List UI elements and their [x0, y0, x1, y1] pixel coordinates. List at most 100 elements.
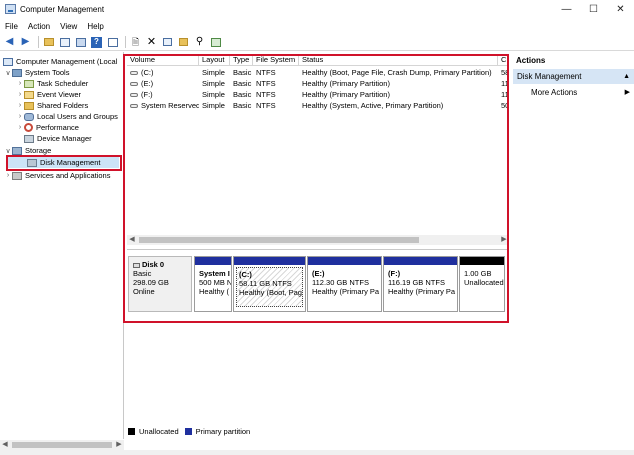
partition-e[interactable]: (E:) 112.30 GB NTFS Healthy (Primary Pa [307, 256, 382, 312]
collapse-arrow-icon[interactable]: ∨ [4, 147, 12, 155]
more-actions-link[interactable]: More Actions [531, 87, 577, 98]
partition-bar [234, 257, 305, 265]
volume-layout: Simple [202, 79, 225, 88]
expand-arrow-icon[interactable]: › [16, 91, 24, 98]
partition-name: (F:) [388, 269, 401, 278]
tree-item-system-tools[interactable]: ∨ System Tools [4, 67, 69, 78]
volume-list-horizontal-scrollbar[interactable]: ◀ ▶ [127, 235, 509, 245]
tree-item-event-viewer[interactable]: › Event Viewer [16, 89, 81, 100]
window-title: Computer Management [20, 4, 105, 14]
back-arrow-icon[interactable]: ◀ [3, 36, 16, 49]
page-icon[interactable]: 🗎 [129, 36, 142, 49]
partition-bar [308, 257, 381, 265]
legend-unallocated: Unallocated [128, 427, 179, 436]
table-row[interactable]: (E:) Simple Basic NTFS Healthy (Primary … [127, 78, 509, 89]
volume-capacity: 50 [501, 101, 509, 110]
partition-f[interactable]: (F:) 116.19 GB NTFS Healthy (Primary Pa [383, 256, 458, 312]
help-icon[interactable]: ? [90, 36, 103, 49]
search-icon[interactable]: ⚲ [193, 36, 206, 49]
table-row[interactable]: (F:) Simple Basic NTFS Healthy (Primary … [127, 89, 509, 100]
scroll-right-icon[interactable]: ▶ [499, 235, 509, 245]
submenu-arrow-icon[interactable]: ▶ [625, 87, 630, 98]
partition-unallocated[interactable]: 1.00 GB Unallocated [459, 256, 505, 312]
partition-name: (C:) [239, 270, 252, 279]
forward-arrow-icon[interactable]: ▶ [19, 36, 32, 49]
column-header-volume[interactable]: Volume [127, 54, 199, 66]
legend-primary-partition: Primary partition [184, 427, 250, 436]
actions-section-disk-management[interactable]: Disk Management ▲ [513, 69, 634, 84]
scroll-left-icon[interactable]: ◀ [0, 440, 10, 450]
drive-icon [130, 104, 138, 109]
tree-item-services[interactable]: › Services and Applications [4, 170, 111, 181]
column-header-capacity[interactable]: C [498, 54, 509, 66]
tree-item-label: Shared Folders [37, 101, 89, 110]
menu-help[interactable]: Help [87, 22, 103, 31]
volume-type: Basic [233, 90, 252, 99]
column-header-type[interactable]: Type [230, 54, 253, 66]
tree-horizontal-scrollbar[interactable]: ◀ ▶ [0, 440, 124, 450]
minimize-button[interactable]: — [553, 0, 580, 18]
volume-name: (F:) [141, 90, 153, 99]
scrollbar-thumb[interactable] [139, 237, 419, 243]
partition-name: System I [199, 269, 230, 278]
volume-capacity: 11 [501, 90, 509, 99]
refresh-icon[interactable] [209, 36, 222, 49]
unallocated-swatch [128, 428, 135, 435]
menu-action[interactable]: Action [28, 22, 50, 31]
column-header-layout[interactable]: Layout [199, 54, 230, 66]
scroll-left-icon[interactable]: ◀ [127, 235, 137, 245]
column-header-status[interactable]: Status [299, 54, 498, 66]
properties-sheet-icon[interactable] [106, 36, 119, 49]
volume-file-system: NTFS [256, 68, 276, 77]
expand-arrow-icon[interactable]: › [16, 102, 24, 109]
volume-status: Healthy (Boot, Page File, Crash Dump, Pr… [302, 68, 492, 77]
show-hide-tree-icon[interactable] [58, 36, 71, 49]
expand-arrow-icon[interactable]: › [16, 80, 24, 87]
tree-item-task-scheduler[interactable]: › Task Scheduler [16, 78, 88, 89]
delete-icon[interactable]: ✕ [145, 36, 158, 49]
disk-0-label[interactable]: Disk 0 Basic 298.09 GB Online [128, 256, 192, 312]
volume-status: Healthy (Primary Partition) [302, 90, 390, 99]
volume-type: Basic [233, 101, 252, 110]
tree-item-device-manager[interactable]: Device Manager [24, 133, 92, 144]
performance-icon [24, 123, 33, 132]
disk-state: Online [133, 287, 155, 296]
column-header-file-system[interactable]: File System [253, 54, 299, 66]
menu-file[interactable]: File [5, 22, 18, 31]
tree-item-disk-management[interactable]: Disk Management [7, 157, 119, 168]
collapse-up-icon[interactable]: ▲ [623, 69, 630, 84]
table-row[interactable]: (C:) Simple Basic NTFS Healthy (Boot, Pa… [127, 67, 509, 78]
partition-system-reserved[interactable]: System I 500 MB N Healthy ( [194, 256, 232, 312]
tree-item-root[interactable]: Computer Management (Local [3, 56, 117, 67]
tree-item-local-users[interactable]: › Local Users and Groups [16, 111, 118, 122]
paste-icon[interactable] [177, 36, 190, 49]
navigation-tree: Computer Management (Local ∨ System Tool… [0, 52, 124, 439]
volume-capacity: 58 [501, 68, 509, 77]
task-scheduler-icon [24, 79, 34, 88]
scrollbar-thumb[interactable] [12, 442, 112, 448]
copy-icon[interactable] [161, 36, 174, 49]
tree-item-label: Services and Applications [25, 171, 111, 180]
table-row[interactable]: System Reserved Simple Basic NTFS Health… [127, 100, 509, 111]
expand-arrow-icon[interactable]: › [16, 124, 24, 131]
tree-item-label: Storage [25, 146, 52, 155]
expand-arrow-icon[interactable]: › [16, 113, 24, 120]
partition-name: (E:) [312, 269, 325, 278]
scroll-right-icon[interactable]: ▶ [114, 440, 124, 450]
tree-item-shared-folders[interactable]: › Shared Folders [16, 100, 88, 111]
partition-c[interactable]: (C:) 58.11 GB NTFS Healthy (Boot, Pag [233, 256, 306, 312]
tree-item-performance[interactable]: › Performance [16, 122, 79, 133]
maximize-button[interactable]: ☐ [580, 0, 607, 18]
menu-view[interactable]: View [60, 22, 77, 31]
properties-icon[interactable] [74, 36, 87, 49]
expand-arrow-icon[interactable]: › [4, 172, 12, 179]
up-folder-icon[interactable] [42, 36, 55, 49]
tree-item-storage[interactable]: ∨ Storage [4, 145, 51, 156]
toolbar-separator [38, 36, 39, 48]
volume-file-system: NTFS [256, 90, 276, 99]
pane-splitter[interactable] [127, 249, 509, 250]
partition-bar [195, 257, 231, 265]
collapse-arrow-icon[interactable]: ∨ [4, 69, 12, 77]
close-button[interactable]: ✕ [607, 0, 634, 18]
volume-name: System Reserved [141, 101, 199, 110]
